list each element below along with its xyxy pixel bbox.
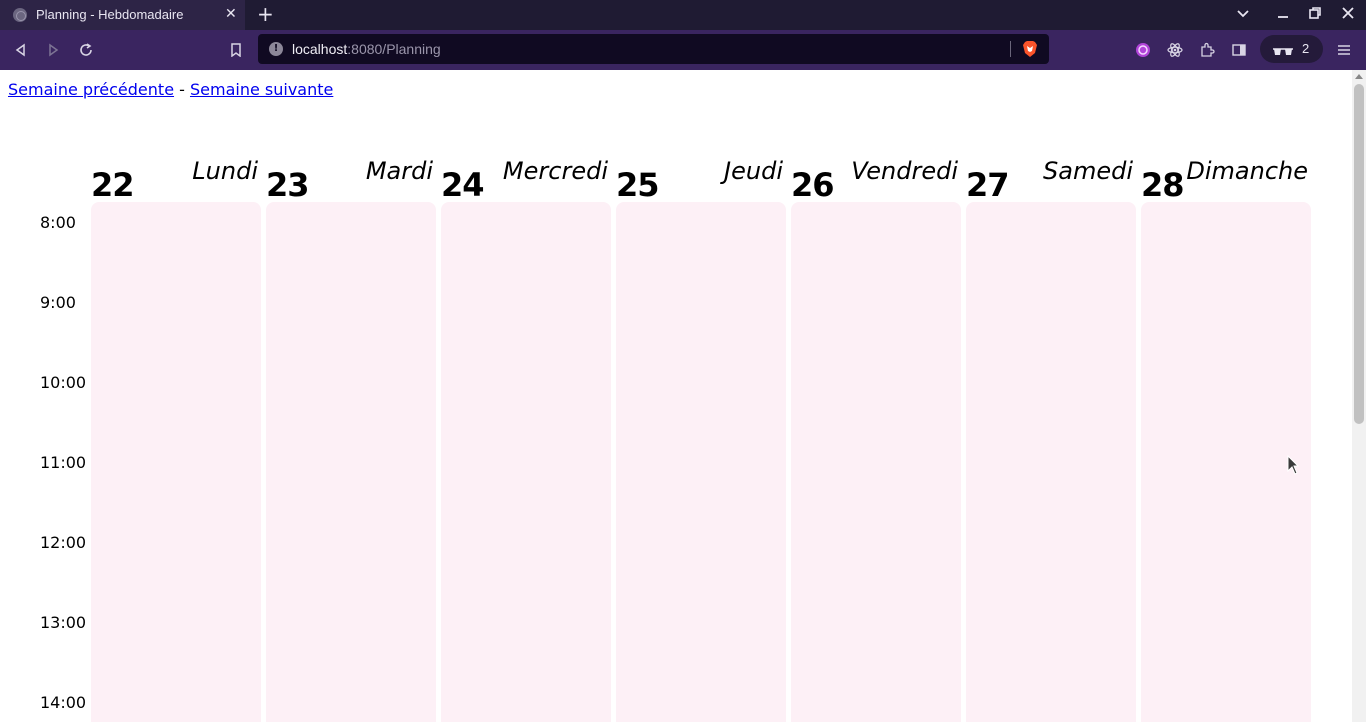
forward-icon[interactable] (42, 39, 64, 61)
extension-purple-icon[interactable] (1133, 40, 1153, 60)
new-tab-icon[interactable]: + (257, 4, 274, 24)
week-navigation: Semaine précédente - Semaine suivante (8, 80, 333, 99)
hour-label: 10:00 (40, 373, 87, 392)
scroll-up-arrow-icon[interactable] (1355, 74, 1363, 79)
planning-page: Semaine précédente - Semaine suivante 8:… (0, 70, 1352, 722)
hour-label: 13:00 (40, 613, 87, 632)
page-scrollbar[interactable] (1352, 70, 1366, 722)
day-column-thursday[interactable] (616, 202, 786, 722)
day-column-monday[interactable] (91, 202, 261, 722)
sidebar-toggle-icon[interactable] (1229, 40, 1249, 60)
day-column-saturday[interactable] (966, 202, 1136, 722)
url-text[interactable]: localhost:8080/Planning (292, 41, 441, 57)
restore-icon[interactable] (1308, 6, 1322, 24)
address-bar[interactable]: ! localhost:8080/Planning (258, 34, 1049, 64)
day-number: 28 (1141, 166, 1185, 204)
day-name: Lundi (192, 157, 258, 185)
private-window-badge[interactable]: 2 (1260, 35, 1323, 63)
private-window-count: 2 (1302, 41, 1310, 56)
day-name: Vendredi (851, 157, 958, 185)
day-column-sunday[interactable] (1141, 202, 1311, 722)
day-number: 22 (91, 166, 135, 204)
day-name: Dimanche (1186, 157, 1308, 185)
day-number: 27 (966, 166, 1010, 204)
tab-title: Planning - Hebdomadaire (36, 7, 184, 22)
scrollbar-thumb[interactable] (1354, 84, 1364, 424)
hour-label: 12:00 (40, 533, 87, 552)
globe-icon (13, 8, 27, 22)
close-tab-icon[interactable]: ✕ (225, 6, 237, 22)
hour-label: 11:00 (40, 453, 87, 472)
day-column-tuesday[interactable] (266, 202, 436, 722)
hour-label: 9:00 (40, 293, 76, 312)
day-column-wednesday[interactable] (441, 202, 611, 722)
day-name: Jeudi (724, 157, 783, 185)
day-header-tuesday: 23 Mardi (266, 155, 441, 205)
day-header-thursday: 25 Jeudi (616, 155, 791, 205)
previous-week-link[interactable]: Semaine précédente (8, 80, 174, 99)
day-header-saturday: 27 Samedi (966, 155, 1141, 205)
bookmark-icon[interactable] (225, 39, 247, 61)
day-column-friday[interactable] (791, 202, 961, 722)
hour-label: 8:00 (40, 213, 76, 232)
next-week-link[interactable]: Semaine suivante (190, 80, 333, 99)
tab-strip: Planning - Hebdomadaire ✕ + (0, 0, 1366, 30)
day-header-sunday: 28 Dimanche (1141, 155, 1316, 205)
extensions-puzzle-icon[interactable] (1197, 40, 1217, 60)
site-info-icon[interactable]: ! (269, 42, 283, 56)
hamburger-menu-icon[interactable] (1334, 40, 1354, 60)
day-number: 26 (791, 166, 835, 204)
day-header-wednesday: 24 Mercredi (441, 155, 616, 205)
day-name: Mercredi (502, 157, 608, 185)
brave-shields-icon[interactable] (1022, 40, 1038, 58)
day-header-monday: 22 Lundi (91, 155, 266, 205)
back-icon[interactable] (10, 39, 32, 61)
browser-tab-active[interactable]: Planning - Hebdomadaire ✕ (0, 0, 245, 30)
day-name: Samedi (1043, 157, 1133, 185)
day-number: 24 (441, 166, 485, 204)
browser-toolbar: ! localhost:8080/Planning 2 (0, 30, 1366, 70)
day-number: 23 (266, 166, 310, 204)
react-devtools-icon[interactable] (1165, 40, 1185, 60)
hour-label: 14:00 (40, 693, 87, 712)
day-name: Mardi (365, 157, 433, 185)
mouse-cursor-icon (1287, 454, 1300, 479)
day-header-friday: 26 Vendredi (791, 155, 966, 205)
reload-icon[interactable] (75, 39, 97, 61)
tab-list-chevron-icon[interactable] (1236, 6, 1250, 24)
close-window-icon[interactable] (1341, 6, 1355, 24)
minimize-icon[interactable] (1276, 6, 1290, 24)
address-bar-divider (1010, 41, 1011, 57)
glasses-icon (1272, 43, 1294, 62)
day-number: 25 (616, 166, 660, 204)
week-nav-separator: - (174, 80, 190, 99)
